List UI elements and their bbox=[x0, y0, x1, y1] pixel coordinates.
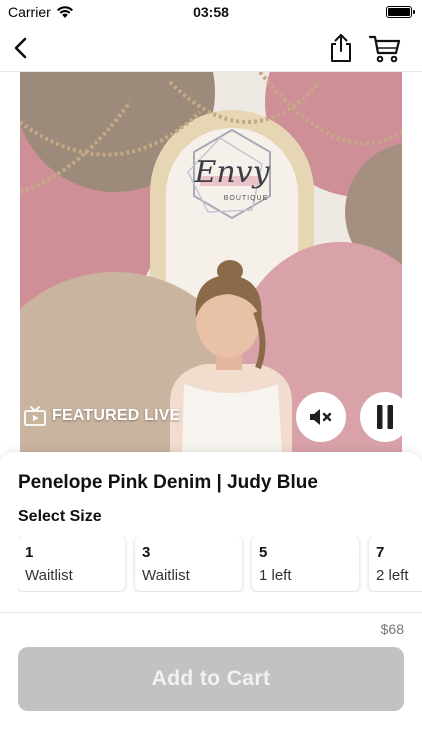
size-availability: Waitlist bbox=[25, 567, 73, 584]
battery-icon bbox=[386, 6, 415, 18]
purchase-footer: $68 Add to Cart bbox=[0, 612, 422, 750]
status-bar: Carrier 03:58 bbox=[0, 0, 422, 26]
sign-subtext: BOUTIQUE bbox=[224, 195, 269, 202]
product-sheet: Penelope Pink Denim | Judy Blue Select S… bbox=[0, 452, 422, 614]
nav-bar bbox=[0, 26, 422, 72]
live-video-frame: Envy BOUTIQUE bbox=[20, 72, 402, 456]
featured-live-badge: FEATURED LIVE bbox=[24, 406, 181, 426]
size-value: 7 bbox=[376, 544, 385, 561]
add-to-cart-button[interactable]: Add to Cart bbox=[18, 647, 404, 711]
size-option[interactable]: 3 Waitlist bbox=[135, 536, 242, 591]
size-option[interactable]: 7 2 left bbox=[369, 536, 422, 591]
size-option[interactable]: 1 Waitlist bbox=[18, 536, 125, 591]
clock: 03:58 bbox=[193, 4, 229, 20]
size-availability: Waitlist bbox=[142, 567, 190, 584]
product-title: Penelope Pink Denim | Judy Blue bbox=[18, 472, 318, 493]
size-value: 1 bbox=[25, 544, 34, 561]
pause-icon bbox=[377, 405, 393, 429]
size-options[interactable]: 1 Waitlist 3 Waitlist 5 1 left 7 2 left bbox=[18, 536, 422, 592]
sign-text: Envy bbox=[193, 155, 270, 190]
size-option[interactable]: 5 1 left bbox=[252, 536, 359, 591]
size-value: 3 bbox=[142, 544, 151, 561]
live-video[interactable]: Envy BOUTIQUE bbox=[20, 72, 402, 456]
select-size-label: Select Size bbox=[18, 508, 102, 525]
featured-live-label: FEATURED LIVE bbox=[52, 407, 181, 424]
pause-button[interactable] bbox=[360, 392, 410, 442]
size-availability: 1 left bbox=[259, 567, 292, 584]
size-value: 5 bbox=[259, 544, 268, 561]
tv-icon bbox=[24, 406, 46, 426]
share-icon[interactable] bbox=[326, 32, 356, 64]
speaker-muted-icon bbox=[310, 409, 332, 425]
mute-button[interactable] bbox=[296, 392, 346, 442]
price-label: $68 bbox=[380, 621, 404, 637]
size-availability: 2 left bbox=[376, 567, 409, 584]
chevron-left-icon[interactable] bbox=[8, 34, 36, 62]
shopping-cart-icon[interactable] bbox=[368, 32, 402, 64]
